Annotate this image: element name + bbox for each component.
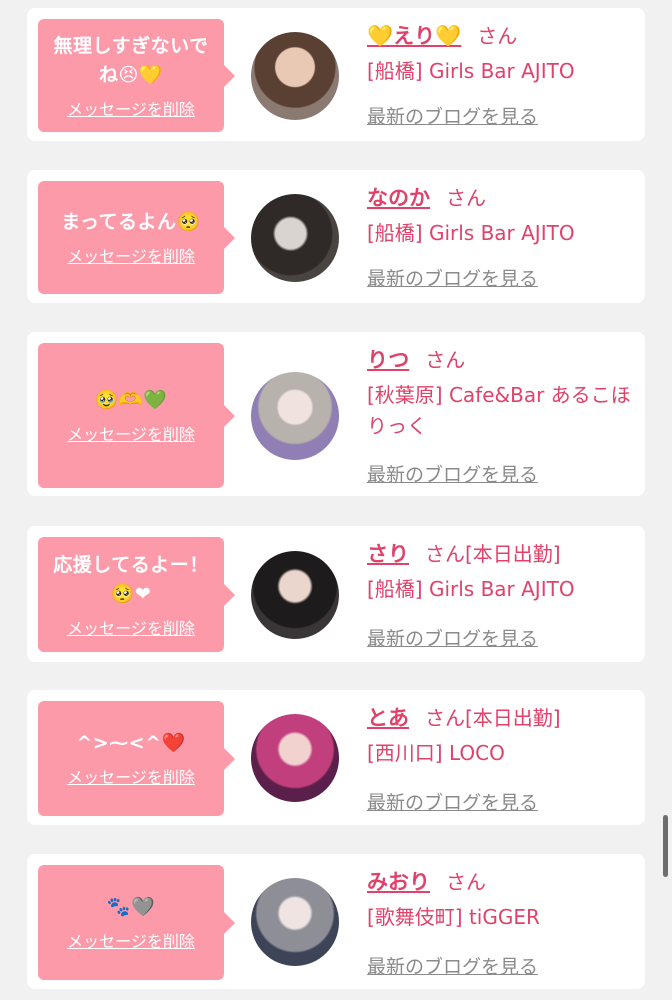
message-card: 🐾🩶 メッセージを削除 みおり さん [歌舞伎町] tiGGER 最新のブログを見…	[27, 854, 645, 989]
message-bubble: 🥹🫶💚 メッセージを削除	[38, 343, 235, 488]
message-card: まってるよん🥺 メッセージを削除 なのか さん [船橋] Girls Bar AJ…	[27, 170, 645, 303]
blog-link[interactable]: 最新のブログを見る	[367, 788, 538, 815]
shop-name: [船橋] Girls Bar AJITO	[367, 59, 575, 83]
delete-message-link[interactable]: メッセージを削除	[67, 615, 195, 639]
honorific: さん	[425, 542, 465, 566]
cast-info: 💛えり💛 さん [船橋] Girls Bar AJITO	[367, 19, 633, 87]
avatar[interactable]	[251, 194, 339, 282]
cast-name-link[interactable]: りつ	[367, 348, 409, 372]
cast-name-link[interactable]: 💛えり💛	[367, 24, 461, 48]
message-text: まってるよん🥺	[61, 211, 201, 233]
honorific: さん	[425, 706, 465, 730]
shop-name: [秋葉原] Cafe&Bar あるこほりっく	[367, 383, 631, 438]
message-text: 応援してるよー！🥺❤	[53, 553, 209, 605]
message-bubble: まってるよん🥺 メッセージを削除	[38, 181, 235, 294]
message-card: 無理しすぎないでね😣💛 メッセージを削除 💛えり💛 さん [船橋] Girls B…	[27, 8, 645, 141]
message-card: 🥹🫶💚 メッセージを削除 りつ さん [秋葉原] Cafe&Bar あるこほりっく…	[27, 332, 645, 496]
message-card: 応援してるよー！🥺❤ メッセージを削除 さり さん[本日出勤] [船橋] Girl…	[27, 526, 645, 662]
cast-name-link[interactable]: なのか	[367, 186, 430, 210]
cast-info: なのか さん [船橋] Girls Bar AJITO	[367, 181, 633, 249]
message-bubble: ^>⁓<^❤️ メッセージを削除	[38, 701, 235, 816]
cast-name-link[interactable]: さり	[367, 542, 409, 566]
blog-link[interactable]: 最新のブログを見る	[367, 624, 538, 651]
message-text: 🐾🩶	[106, 896, 156, 918]
message-text: 無理しすぎないでね😣💛	[53, 34, 209, 86]
shop-name: [船橋] Girls Bar AJITO	[367, 221, 575, 245]
delete-message-link[interactable]: メッセージを削除	[67, 421, 195, 445]
delete-message-link[interactable]: メッセージを削除	[67, 764, 195, 788]
shop-name: [船橋] Girls Bar AJITO	[367, 577, 575, 601]
blog-link[interactable]: 最新のブログを見る	[367, 952, 538, 979]
delete-message-link[interactable]: メッセージを削除	[67, 243, 195, 267]
status-badge: [本日出勤]	[465, 706, 561, 730]
shop-name: [歌舞伎町] tiGGER	[367, 905, 540, 929]
avatar[interactable]	[251, 714, 339, 802]
blog-link[interactable]: 最新のブログを見る	[367, 460, 538, 487]
message-text: 🥹🫶💚	[94, 389, 168, 411]
honorific: さん	[425, 348, 466, 372]
scrollbar[interactable]	[663, 815, 668, 877]
message-bubble: 🐾🩶 メッセージを削除	[38, 865, 235, 980]
cast-info: みおり さん [歌舞伎町] tiGGER	[367, 865, 633, 933]
avatar[interactable]	[251, 372, 339, 460]
cast-info: さり さん[本日出勤] [船橋] Girls Bar AJITO	[367, 537, 633, 605]
cast-info: とあ さん[本日出勤] [西川口] LOCO	[367, 701, 633, 769]
delete-message-link[interactable]: メッセージを削除	[67, 928, 195, 952]
status-badge: [本日出勤]	[465, 542, 561, 566]
blog-link[interactable]: 最新のブログを見る	[367, 102, 538, 129]
shop-name: [西川口] LOCO	[367, 741, 505, 765]
cast-name-link[interactable]: とあ	[367, 706, 409, 730]
cast-info: りつ さん [秋葉原] Cafe&Bar あるこほりっく	[367, 343, 633, 442]
message-text: ^>⁓<^❤️	[76, 732, 186, 754]
honorific: さん	[446, 186, 486, 210]
blog-link[interactable]: 最新のブログを見る	[367, 264, 538, 291]
message-bubble: 応援してるよー！🥺❤ メッセージを削除	[38, 537, 235, 652]
message-card: ^>⁓<^❤️ メッセージを削除 とあ さん[本日出勤] [西川口] LOCO 最…	[27, 690, 645, 825]
avatar[interactable]	[251, 551, 339, 639]
honorific: さん	[446, 870, 486, 894]
avatar[interactable]	[251, 878, 339, 966]
message-bubble: 無理しすぎないでね😣💛 メッセージを削除	[38, 19, 235, 132]
honorific: さん	[477, 24, 518, 48]
avatar[interactable]	[251, 32, 339, 120]
delete-message-link[interactable]: メッセージを削除	[67, 96, 195, 120]
cast-name-link[interactable]: みおり	[367, 870, 430, 894]
